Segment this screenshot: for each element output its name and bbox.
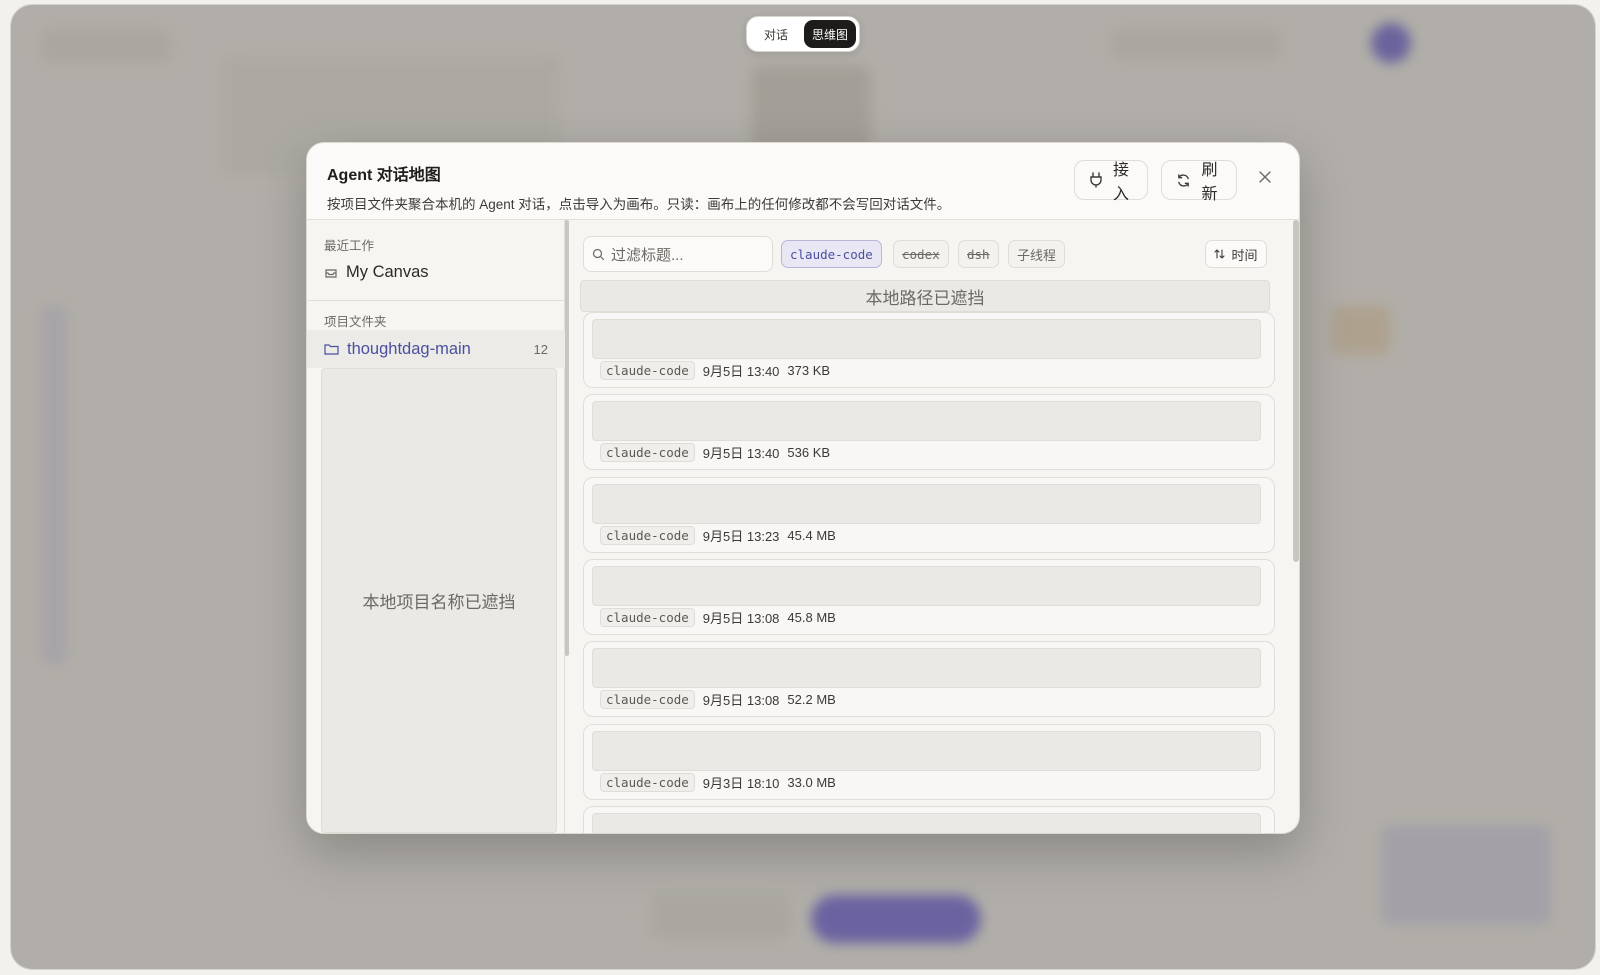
search-placeholder: 过滤标题... [611, 246, 684, 264]
session-title-mask [592, 648, 1261, 688]
session-meta: claude-code 9月5日 13:08 45.8 MB [600, 608, 836, 627]
sort-by-time-button[interactable]: 时间 [1205, 240, 1267, 268]
session-panel: 过滤标题... claude-code codex dsh 子线程 时间 本地路… [569, 220, 1299, 833]
agent-conversation-map-dialog: Agent 对话地图 按项目文件夹聚合本机的 Agent 对话，点击导入为画布。… [306, 142, 1300, 834]
session-size: 33.0 MB [787, 775, 836, 790]
folder-icon [324, 343, 339, 356]
session-size: 45.8 MB [787, 610, 836, 625]
session-title-mask [592, 813, 1261, 833]
session-title-mask [592, 401, 1261, 441]
filter-chip-subthread[interactable]: 子线程 [1008, 240, 1066, 268]
local-path-mask: 本地路径已遮挡 [580, 280, 1270, 312]
source-tag: claude-code [600, 608, 695, 627]
session-card[interactable]: claude-code 9月3日 18:10 33.0 MB [583, 724, 1275, 800]
session-size: 373 KB [787, 363, 831, 378]
folder-name: thoughtdag-main [347, 339, 471, 358]
title-filter-field[interactable]: 过滤标题... [583, 236, 773, 272]
folder-item-thoughtdag-main[interactable]: thoughtdag-main 12 [307, 330, 565, 368]
session-size: 52.2 MB [787, 692, 836, 707]
session-size: 536 KB [787, 445, 831, 460]
mindmap-mode-button[interactable]: 思维图 [804, 20, 856, 48]
source-tag: claude-code [600, 773, 695, 792]
project-folders-heading: 项目文件夹 [324, 315, 387, 329]
filter-chip-codex[interactable]: codex [893, 240, 949, 268]
session-time: 9月5日 13:08 [702, 693, 780, 708]
session-time: 9月5日 13:08 [702, 611, 780, 626]
recent-item-label: My Canvas [346, 263, 429, 281]
session-meta: claude-code 9月5日 13:40 536 KB [600, 443, 830, 462]
recent-item-my-canvas[interactable]: My Canvas [324, 263, 429, 282]
session-title-mask [592, 484, 1261, 524]
search-icon [592, 248, 605, 261]
canvas-icon [324, 266, 338, 280]
refresh-button[interactable]: 刷新 [1161, 160, 1237, 203]
recent-work-heading: 最近工作 [324, 239, 375, 253]
session-time: 9月3日 18:10 [702, 776, 780, 791]
source-tag: claude-code [600, 443, 695, 462]
sidebar-divider [307, 300, 565, 301]
session-time: 9月5日 13:40 [702, 364, 780, 379]
sort-label: 时间 [1231, 247, 1258, 263]
session-card[interactable]: claude-code 9月5日 13:40 373 KB [583, 312, 1275, 388]
connect-label: 接入 [1112, 162, 1129, 203]
session-meta: claude-code 9月5日 13:40 373 KB [600, 361, 830, 380]
filter-chip-claude-code[interactable]: claude-code [781, 240, 882, 268]
refresh-label: 刷新 [1201, 162, 1218, 203]
source-tag: claude-code [600, 361, 695, 380]
sort-icon [1214, 248, 1226, 260]
session-card[interactable]: claude-code 9月5日 13:08 52.2 MB [583, 641, 1275, 717]
session-meta: claude-code 9月3日 18:10 33.0 MB [600, 773, 836, 792]
session-time: 9月5日 13:40 [702, 446, 780, 461]
session-meta: claude-code 9月5日 13:08 52.2 MB [600, 690, 836, 709]
dialog-header: Agent 对话地图 按项目文件夹聚合本机的 Agent 对话，点击导入为画布。… [307, 143, 1299, 220]
plug-icon [1089, 172, 1103, 188]
session-card[interactable]: claude-code 9月5日 13:23 45.4 MB [583, 477, 1275, 553]
project-name-mask: 本地项目名称已遮挡 [321, 368, 557, 833]
session-time: 9月5日 13:23 [702, 529, 780, 544]
session-size: 45.4 MB [787, 528, 836, 543]
project-sidebar: 最近工作 My Canvas 项目文件夹 thoughtdag-main 12 … [307, 220, 565, 833]
folder-count: 12 [533, 341, 548, 357]
view-mode-toggle: 对话 思维图 [746, 16, 860, 52]
session-list-scrollbar[interactable] [1293, 220, 1299, 562]
session-title-mask [592, 566, 1261, 606]
session-card[interactable]: claude-code 9月5日 13:08 45.8 MB [583, 559, 1275, 635]
connect-button[interactable]: 接入 [1074, 160, 1148, 203]
session-card[interactable]: claude-code 9月5日 13:40 536 KB [583, 394, 1275, 470]
close-icon[interactable] [1253, 165, 1277, 189]
refresh-icon [1176, 173, 1191, 188]
session-meta: claude-code 9月5日 13:23 45.4 MB [600, 526, 836, 545]
source-tag: claude-code [600, 690, 695, 709]
session-title-mask [592, 731, 1261, 771]
chat-mode-button[interactable]: 对话 [750, 20, 802, 48]
source-tag: claude-code [600, 526, 695, 545]
session-card[interactable] [583, 806, 1275, 833]
filter-chip-dsh[interactable]: dsh [958, 240, 999, 268]
session-title-mask [592, 319, 1261, 359]
